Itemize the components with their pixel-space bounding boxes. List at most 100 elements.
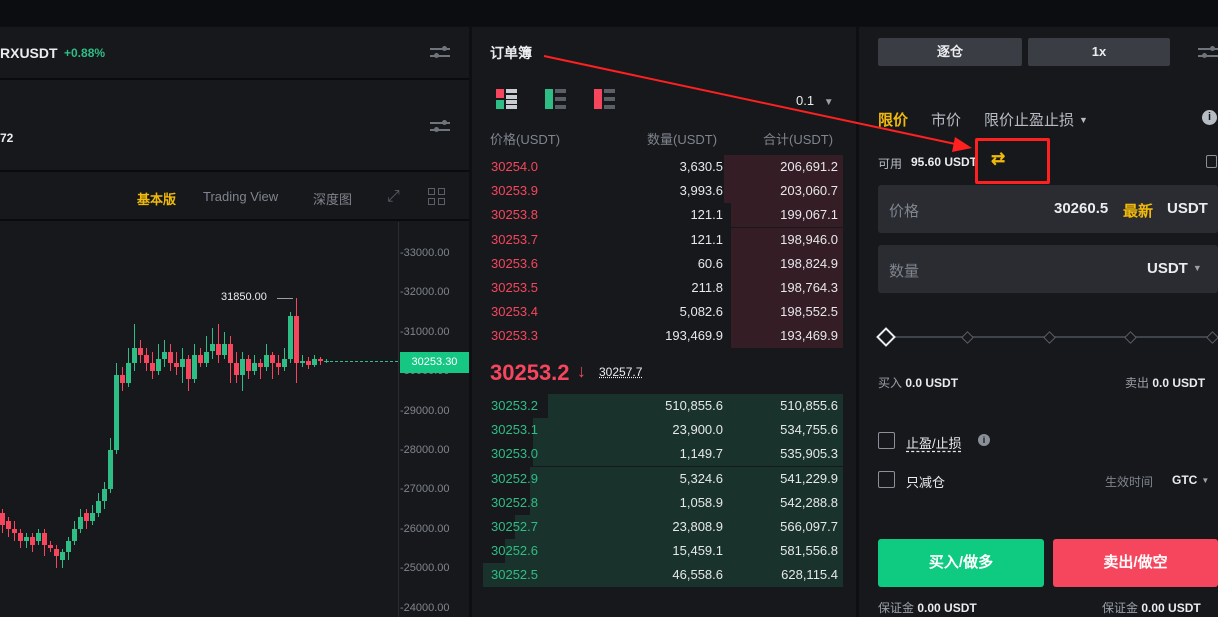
bid-price: 30252.9 <box>491 470 538 486</box>
tp-sl-checkbox[interactable] <box>878 432 895 449</box>
caret-down-icon: ▼ <box>1079 115 1088 125</box>
candle-body <box>312 359 317 366</box>
tab-tradingview[interactable]: Trading View <box>203 189 278 204</box>
candle-body <box>60 552 65 561</box>
bid-total: 535,905.3 <box>780 446 838 462</box>
ask-price: 30253.8 <box>491 207 538 223</box>
layout-grid-icon[interactable] <box>428 188 446 206</box>
bid-row[interactable]: 30252.6 15,459.1 581,556.8 <box>483 539 843 564</box>
candle-body <box>96 501 101 514</box>
info-icon[interactable]: i <box>1202 110 1217 125</box>
ask-total: 198,824.9 <box>780 255 838 271</box>
orderbook-header-qty: 数量(USDT) <box>647 132 718 147</box>
price-axis-tick: -33000.00 <box>400 247 450 259</box>
candle-body <box>102 489 107 502</box>
ask-total: 203,060.7 <box>780 183 838 199</box>
orderbook-last-price: 30253.2 <box>490 360 570 385</box>
candle-body <box>306 361 311 366</box>
ask-row[interactable]: 30253.6 60.6 198,824.9 <box>483 251 843 276</box>
precision-value: 0.1 <box>796 93 815 108</box>
ask-total: 193,469.9 <box>780 328 838 344</box>
ask-total: 198,946.0 <box>780 231 838 247</box>
price-unit: USDT <box>1167 200 1208 217</box>
orderbook-view-both-icon[interactable] <box>496 89 517 109</box>
tab-market-order[interactable]: 市价 <box>931 109 961 130</box>
candle-body <box>66 540 71 553</box>
bid-row[interactable]: 30252.8 1,058.9 542,288.8 <box>483 490 843 515</box>
tab-depth[interactable]: 深度图 <box>313 189 352 208</box>
bid-row[interactable]: 30253.1 23,900.0 534,755.6 <box>483 418 843 443</box>
ask-qty: 5,082.6 <box>679 304 723 320</box>
latest-price-button[interactable]: 最新 <box>1123 200 1153 221</box>
ask-row[interactable]: 30253.5 211.8 198,764.3 <box>483 276 843 300</box>
slider-stop[interactable] <box>1124 330 1137 344</box>
buy-amount-value: 0.0 USDT <box>905 376 959 390</box>
buy-long-button[interactable]: 买入/做多 <box>878 539 1044 587</box>
info-icon[interactable]: i <box>978 434 990 446</box>
slider-stop[interactable] <box>1205 330 1218 344</box>
candle-body <box>174 363 179 368</box>
tab-stop-limit-order[interactable]: 限价止盈止损 ▼ <box>984 109 1088 130</box>
bid-row[interactable]: 30253.0 1,149.7 535,905.3 <box>483 442 843 467</box>
tab-basic[interactable]: 基本版 <box>137 189 176 208</box>
price-input-value[interactable]: 30260.5 <box>1054 200 1108 217</box>
bid-qty: 1,058.9 <box>679 494 723 510</box>
orderbook-view-bids-icon[interactable] <box>545 89 566 109</box>
ask-qty: 3,630.5 <box>679 159 723 174</box>
amount-slider[interactable] <box>876 326 1218 348</box>
bid-row[interactable]: 30252.5 46,558.6 628,115.4 <box>483 563 843 588</box>
expand-icon[interactable]: ⤢ <box>387 188 405 206</box>
margin-mode-button[interactable]: 逐仓 <box>878 38 1022 66</box>
precision-select[interactable]: 0.1 ▼ <box>796 93 834 108</box>
slider-stop[interactable] <box>961 330 974 344</box>
leverage-button[interactable]: 1x <box>1028 38 1170 66</box>
orderbook-title: 订单簿 <box>490 45 532 61</box>
price-axis-tick: -31000.00 <box>400 325 450 338</box>
ask-price: 30253.5 <box>491 280 538 295</box>
candle-body <box>126 363 131 383</box>
quantity-unit-select[interactable]: USDT ▼ <box>1147 260 1202 277</box>
bid-row[interactable]: 30253.2 510,855.6 510,855.6 <box>483 394 843 418</box>
candle-body <box>150 363 155 372</box>
settings-sliders-icon[interactable] <box>430 120 450 134</box>
sell-margin-value: 0.00 USDT <box>1141 601 1201 615</box>
candle-body <box>78 516 83 529</box>
reduce-only-label[interactable]: 只减仓 <box>906 472 945 491</box>
bid-qty: 510,855.6 <box>665 398 723 413</box>
ask-total: 199,067.1 <box>780 207 838 223</box>
symbol-name[interactable]: RXUSDT <box>0 45 58 61</box>
symbol-change: +0.88% <box>64 46 106 60</box>
ask-price: 30253.4 <box>491 304 538 320</box>
candle-body <box>198 355 203 364</box>
bid-qty: 5,324.6 <box>679 470 723 486</box>
price-axis-tick: -27000.00 <box>400 483 450 496</box>
ask-qty: 60.6 <box>697 255 723 271</box>
ask-row[interactable]: 30254.0 3,630.5 206,691.2 <box>483 155 843 179</box>
slider-handle[interactable] <box>876 327 896 347</box>
settings-sliders-icon[interactable] <box>430 46 450 60</box>
slider-stop[interactable] <box>1042 330 1056 344</box>
ask-row[interactable]: 30253.9 3,993.6 203,060.7 <box>483 179 843 204</box>
bid-row[interactable]: 30252.7 23,808.9 566,097.7 <box>483 515 843 539</box>
calculator-icon[interactable] <box>1206 155 1217 168</box>
sell-margin-prefix: 保证金 <box>1102 601 1139 615</box>
price-down-arrow-icon: ↓ <box>577 361 586 381</box>
candle-body <box>264 355 269 368</box>
ask-row[interactable]: 30253.3 193,469.9 193,469.9 <box>483 324 843 349</box>
time-in-force-select[interactable]: GTC ▼ <box>1172 473 1209 487</box>
sell-short-button[interactable]: 卖出/做空 <box>1053 539 1218 587</box>
ask-row[interactable]: 30253.7 121.1 198,946.0 <box>483 227 843 252</box>
ask-row[interactable]: 30253.4 5,082.6 198,552.5 <box>483 300 843 325</box>
tp-sl-label[interactable]: 止盈/止损 <box>906 433 962 452</box>
bid-price: 30252.7 <box>491 519 538 534</box>
bid-row[interactable]: 30252.9 5,324.6 541,229.9 <box>483 466 843 491</box>
orderbook-view-asks-icon[interactable] <box>594 89 615 109</box>
tab-limit-order[interactable]: 限价 <box>878 109 908 130</box>
sell-margin-label: 保证金 0.00 USDT <box>1102 599 1201 616</box>
reduce-only-checkbox[interactable] <box>878 471 895 488</box>
ask-row[interactable]: 30253.8 121.1 199,067.1 <box>483 203 843 228</box>
candle-body <box>288 316 293 360</box>
settings-sliders-icon[interactable] <box>1198 46 1218 60</box>
ask-qty: 121.1 <box>690 231 723 247</box>
candle-body <box>222 343 227 356</box>
